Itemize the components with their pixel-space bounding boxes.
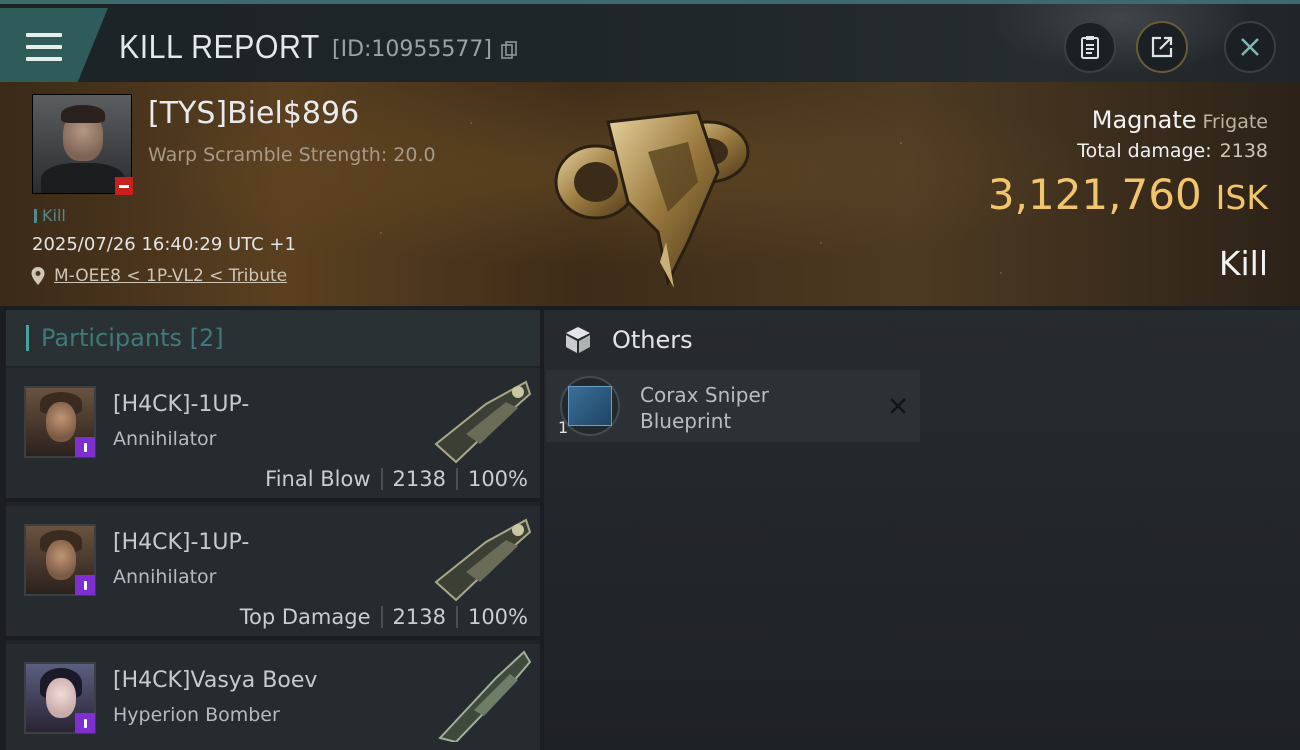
share-icon [1151,36,1173,58]
total-damage: Total damage: 2138 [1077,140,1268,162]
page-title: KILL REPORT [119,28,320,65]
victim-name[interactable]: [TYS]Biel$896 [148,96,359,131]
participant-name: [H4CK]Vasya Boev [113,668,318,693]
corp-badge [75,713,95,733]
result-label: Kill [1218,244,1268,283]
participant-role: Final Blow [265,467,371,491]
close-icon [1241,38,1259,56]
participants-heading: Participants [2] [6,310,540,366]
others-heading: Others [562,324,693,356]
participants-title: Participants [2] [41,324,224,352]
top-bar: KILL REPORT [ID:10955577] [0,0,1300,82]
destroyed-x-icon [890,398,906,414]
participant-row[interactable]: [H4CK]-1UP- Annihilator Top Damage 2138 10… [6,506,540,640]
participant-name: [H4CK]-1UP- [113,530,250,555]
participant-stats: Top Damage 2138 100% [240,605,528,629]
cube-icon [566,327,590,353]
participant-ship-image [438,650,532,742]
participant-row[interactable]: [H4CK]-1UP- Annihilator Final Blow 2138 10… [6,368,540,502]
corp-badge [75,437,95,457]
kill-location[interactable]: M-OEE8 < 1P-VL2 < Tribute [30,266,287,286]
participant-ship-image [434,380,532,464]
item-name: Corax Sniper Blueprint [640,383,770,433]
others-title: Others [612,326,693,354]
blueprint-icon [560,376,620,436]
participants-panel: Participants [2] [H4CK]-1UP- Annihilator… [6,310,540,750]
others-panel: Others 1 Corax Sniper Blueprint [544,310,1300,750]
participant-stats: Final Blow 2138 100% [265,467,528,491]
participant-damage: 2138 [392,605,446,629]
ship-class: Frigate [1202,111,1268,133]
warp-scramble-strength: Warp Scramble Strength: 20.0 [148,144,436,166]
location-pin-icon [31,267,45,285]
kill-datetime: 2025/07/26 16:40:29 UTC +1 [32,234,296,255]
participant-ship-image [434,518,532,602]
copy-icon[interactable] [501,41,517,60]
participant-percent: 100% [467,605,528,629]
participant-name: [H4CK]-1UP- [113,392,250,417]
total-damage-label: Total damage: [1077,140,1212,162]
participant-ship: Annihilator [113,566,217,588]
hostile-badge [115,177,133,195]
isk-value: 3,121,760 ISK [988,170,1268,219]
close-button[interactable] [1224,21,1276,73]
loot-item[interactable]: 1 Corax Sniper Blueprint [546,370,920,442]
clipboard-button[interactable] [1064,21,1116,73]
share-button[interactable] [1136,21,1188,73]
item-quantity: 1 [558,418,569,437]
clipboard-icon [1081,36,1099,59]
isk-amount: 3,121,760 [987,170,1202,219]
corp-badge [75,575,95,595]
menu-button[interactable] [0,8,108,82]
participant-row[interactable]: [H4CK]Vasya Boev Hyperion Bomber [6,644,540,750]
isk-unit: ISK [1215,178,1268,217]
victim-banner: [TYS]Biel$896 Warp Scramble Strength: 20… [0,82,1300,306]
location-link[interactable]: M-OEE8 < 1P-VL2 < Tribute [54,266,287,286]
participant-damage: 2138 [392,467,446,491]
participant-role: Top Damage [239,605,371,629]
participant-ship: Hyperion Bomber [113,704,280,726]
hamburger-icon [26,33,62,61]
participant-ship: Annihilator [113,428,217,450]
victim-ship-image [554,110,750,288]
participant-percent: 100% [467,467,528,491]
victim-ship[interactable]: Magnate Frigate [1092,106,1268,134]
kill-tag: Kill [34,206,66,225]
ship-name: Magnate [1091,106,1197,134]
total-damage-value: 2138 [1219,140,1268,162]
planet-backdrop [990,4,1250,74]
report-id: [ID:10955577] [332,37,492,62]
